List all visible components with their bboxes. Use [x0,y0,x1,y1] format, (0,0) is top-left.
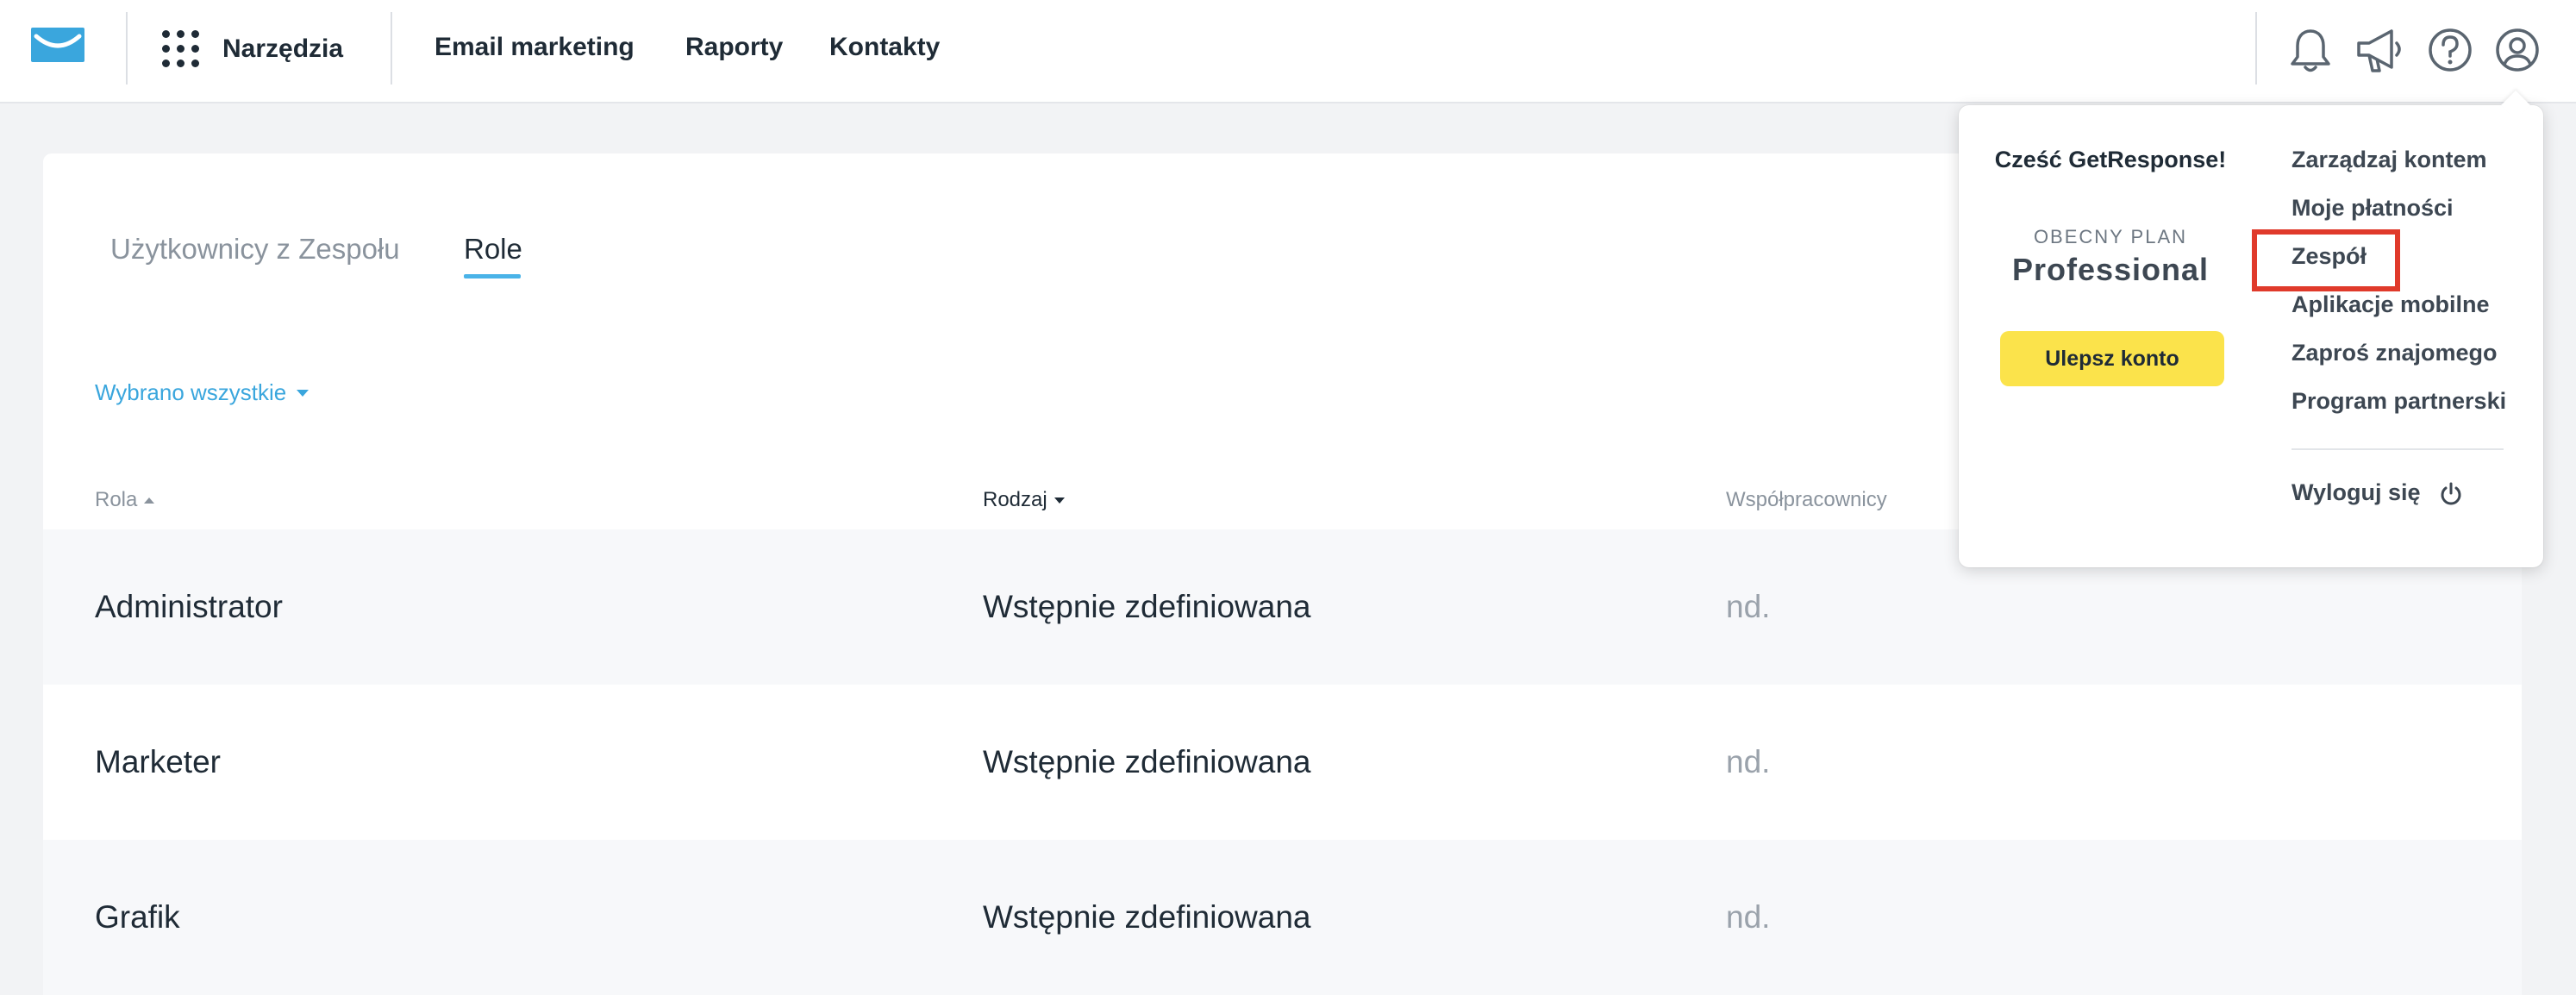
nav-contacts[interactable]: Kontakty [829,33,940,62]
role-type: Wstępnie zdefiniowana [983,899,1311,935]
column-header-label: Współpracownicy [1726,488,1887,511]
logout-button[interactable]: Wyloguj się [2292,479,2462,506]
divider [2292,448,2504,450]
tools-menu-label: Narzędzia [222,34,344,63]
divider [391,12,392,84]
top-navigation-bar: Narzędzia Email marketing Raporty Kontak… [0,0,2576,103]
role-collaborators: nd. [1726,744,1771,779]
divider [126,12,128,84]
help-icon[interactable] [2426,24,2474,76]
user-account-icon[interactable] [2493,24,2542,76]
role-type: Wstępnie zdefiniowana [983,589,1311,624]
table-row[interactable]: Grafik Wstępnie zdefiniowana nd. [43,840,2522,995]
current-plan-label: OBECNY PLAN [2033,226,2188,247]
selection-filter-dropdown[interactable]: Wybrano wszystkie [95,379,309,406]
highlight-box [2252,229,2400,291]
apps-grid-icon [162,30,200,68]
column-header-label: Rola [95,488,138,511]
sort-ascending-icon [144,497,155,504]
logout-label: Wyloguj się [2292,479,2421,505]
nav-reports[interactable]: Raporty [685,33,783,62]
menu-item-manage-account[interactable]: Zarządzaj kontem [2292,147,2487,173]
divider [2255,12,2257,84]
current-plan-name: Professional [2011,252,2210,287]
table-row[interactable]: Marketer Wstępnie zdefiniowana nd. [43,685,2522,840]
account-greeting: Cześć GetResponse! [1994,147,2227,172]
account-dropdown-menu: Cześć GetResponse! OBECNY PLAN Professio… [1959,91,2543,567]
column-header-type[interactable]: Rodzaj [983,488,1065,512]
selection-filter-label: Wybrano wszystkie [95,379,287,405]
menu-item-mobile-apps[interactable]: Aplikacje mobilne [2292,291,2490,318]
menu-item-invite-friend[interactable]: Zaproś znajomego [2292,340,2498,366]
upgrade-account-button[interactable]: Ulepsz konto [2000,331,2224,386]
menu-item-my-payments[interactable]: Moje płatności [2292,195,2454,222]
role-collaborators: nd. [1726,899,1771,935]
bell-icon[interactable] [2286,24,2335,76]
role-collaborators: nd. [1726,589,1771,624]
power-icon [2441,482,2460,504]
role-type: Wstępnie zdefiniowana [983,744,1311,779]
getresponse-logo-icon[interactable] [31,24,84,66]
menu-item-partner-program[interactable]: Program partnerski [2292,388,2506,415]
sort-descending-icon [1054,497,1065,504]
tab-roles[interactable]: Role [464,233,522,266]
active-tab-indicator [464,274,521,278]
nav-email-marketing[interactable]: Email marketing [435,33,635,62]
role-name: Administrator [95,589,283,624]
tab-team-users[interactable]: Użytkownicy z Zespołu [110,233,400,266]
megaphone-icon[interactable] [2354,24,2409,76]
column-header-role[interactable]: Rola [95,488,155,512]
column-header-label: Rodzaj [983,488,1047,511]
column-header-collaborators: Współpracownicy [1726,488,1887,512]
role-name: Marketer [95,744,221,779]
role-name: Grafik [95,899,180,935]
tools-menu-button[interactable]: Narzędzia [162,26,343,72]
caret-down-icon [297,389,309,397]
